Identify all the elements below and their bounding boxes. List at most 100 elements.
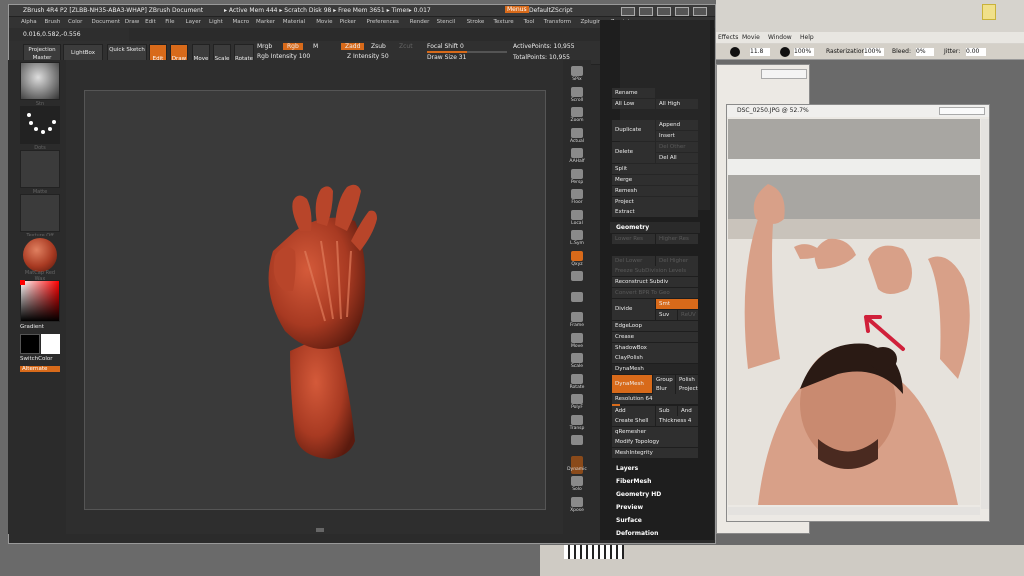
preview-section[interactable]: Preview: [610, 502, 643, 513]
shelf-button-zoom[interactable]: Zoom: [565, 107, 589, 127]
project-toggle[interactable]: Project: [676, 384, 698, 394]
menu-tool[interactable]: Tool: [524, 19, 535, 25]
append-button[interactable]: Append: [656, 120, 698, 130]
divide-button[interactable]: Divide: [612, 299, 655, 320]
menu-file[interactable]: File: [165, 19, 174, 25]
shelf-button-frame[interactable]: Frame: [565, 312, 589, 332]
menu-movie[interactable]: Movie: [316, 19, 332, 25]
menu-stroke[interactable]: Stroke: [467, 19, 485, 25]
merge-button[interactable]: Merge: [612, 175, 698, 185]
alternate-button[interactable]: Alternate: [20, 366, 60, 372]
remesh-button[interactable]: Remesh: [612, 186, 698, 196]
opacity-field[interactable]: 100%: [794, 48, 814, 56]
geometry-hd-section[interactable]: Geometry HD: [610, 489, 661, 500]
menu-edit[interactable]: Edit: [145, 19, 156, 25]
shelf-button-qxyz[interactable]: Qxyz: [565, 250, 589, 271]
rgb-intensity-slider[interactable]: Rgb Intensity 100: [257, 53, 310, 60]
meshintegrity-button[interactable]: MeshIntegrity: [612, 448, 698, 458]
and-button[interactable]: And: [678, 406, 698, 416]
shelf-button-floor[interactable]: Floor: [565, 189, 589, 209]
menu-texture[interactable]: Texture: [494, 19, 514, 25]
deformation-section[interactable]: Deformation: [610, 528, 658, 539]
add-button[interactable]: Add: [612, 406, 655, 416]
dynamesh-subsection[interactable]: DynaMesh: [612, 364, 698, 374]
menu-picker[interactable]: Picker: [340, 19, 356, 25]
shelf-button-lsym[interactable]: L.Sym: [565, 230, 589, 250]
bleed-field[interactable]: 0%: [916, 48, 934, 56]
material-thumbnail[interactable]: [20, 236, 60, 274]
duplicate-button[interactable]: Duplicate: [612, 120, 655, 141]
menu-zplugin[interactable]: Zplugin: [581, 19, 602, 25]
jitter-field[interactable]: 0.00: [966, 48, 986, 56]
shelf-button-scroll[interactable]: Scroll: [565, 86, 589, 107]
shelf-button-blank10[interactable]: [565, 271, 589, 291]
del-higher-button[interactable]: Del Higher: [656, 256, 698, 266]
mrgb-button[interactable]: Mrgb: [257, 43, 272, 50]
brush-tip-icon[interactable]: [730, 47, 740, 57]
layers-section[interactable]: Layers: [610, 463, 638, 474]
shelf-button-solo[interactable]: Solo: [565, 476, 589, 496]
gradient-label[interactable]: Gradient: [20, 324, 44, 330]
lower-res-button[interactable]: Lower Res: [612, 234, 655, 244]
default-script[interactable]: DefaultZScript: [529, 7, 572, 14]
alpha-thumbnail[interactable]: [20, 150, 60, 188]
reconstruct-subdiv-button[interactable]: Reconstruct Subdiv: [612, 277, 698, 287]
create-shell-button[interactable]: Create Shell: [612, 416, 655, 426]
shelf-button-persp[interactable]: Persp: [565, 168, 589, 189]
menu-brush[interactable]: Brush: [45, 19, 61, 25]
delete-button[interactable]: Delete: [612, 142, 655, 163]
geometry-section[interactable]: Geometry: [610, 222, 700, 233]
smt-toggle[interactable]: Smt: [656, 299, 698, 309]
rgb-button[interactable]: Rgb: [283, 43, 303, 50]
dynamesh-button[interactable]: DynaMesh: [612, 375, 652, 393]
menu-effects[interactable]: Effects: [718, 34, 738, 41]
doc-vertical-scrollbar[interactable]: [981, 119, 989, 509]
sub-button[interactable]: Sub: [656, 406, 677, 416]
shelf-button-polyf[interactable]: PolyF: [565, 394, 589, 414]
modify-topology-button[interactable]: Modify Topology: [612, 437, 698, 447]
hardness-icon[interactable]: [780, 47, 790, 57]
folder-icon[interactable]: [982, 4, 996, 20]
hand-sculpt[interactable]: [85, 91, 547, 511]
shelf-button-xpose[interactable]: Xpose: [565, 496, 589, 517]
main-color-swatch[interactable]: [20, 334, 40, 354]
menu-layer[interactable]: Layer: [186, 19, 201, 25]
doc-horizontal-scrollbar[interactable]: [728, 507, 980, 515]
shelf-button-local[interactable]: Local: [565, 209, 589, 230]
menu-draw[interactable]: Draw: [125, 19, 139, 25]
doc-window-buttons[interactable]: [939, 107, 985, 115]
all-high-button[interactable]: All High: [656, 99, 698, 109]
menu-light[interactable]: Light: [209, 19, 223, 25]
menu-window[interactable]: Window: [768, 34, 792, 41]
zsub-button[interactable]: Zsub: [371, 43, 386, 50]
menu-transform[interactable]: Transform: [544, 19, 571, 25]
focal-shift-slider[interactable]: Focal Shift 0: [427, 43, 464, 50]
menu-macro[interactable]: Macro: [233, 19, 250, 25]
blur-slider[interactable]: Blur: [653, 384, 675, 394]
menu-material[interactable]: Material: [283, 19, 305, 25]
menu-marker[interactable]: Marker: [256, 19, 275, 25]
resolution-slider[interactable]: Resolution 64: [612, 394, 698, 404]
split-button[interactable]: Split: [612, 164, 698, 174]
del-all-button[interactable]: Del All: [656, 153, 698, 163]
project-button[interactable]: Project: [612, 197, 698, 207]
menu-help[interactable]: Help: [800, 34, 814, 41]
del-lower-button[interactable]: Del Lower: [612, 256, 655, 266]
color-picker[interactable]: [20, 280, 60, 322]
shelf-button-dynamic[interactable]: Dynamic: [565, 455, 589, 476]
shelf-button-rotate[interactable]: Rotate: [565, 373, 589, 394]
m-button[interactable]: M: [313, 43, 318, 50]
fibermesh-section[interactable]: FiberMesh: [610, 476, 651, 487]
rasterization-field[interactable]: 100%: [864, 48, 884, 56]
shelf-button-move[interactable]: Move: [565, 332, 589, 353]
menu-color[interactable]: Color: [68, 19, 82, 25]
all-low-button[interactable]: All Low: [612, 99, 655, 109]
shelf-button-spix[interactable]: SPix: [565, 66, 589, 86]
switch-color-button[interactable]: SwitchColor: [20, 356, 53, 362]
lock-icon[interactable]: [657, 7, 671, 16]
shelf-button-scale[interactable]: Scale: [565, 353, 589, 373]
shelf-button-blank18[interactable]: [565, 435, 589, 455]
claypolish-button[interactable]: ClayPolish: [612, 353, 698, 363]
z-intensity-slider[interactable]: Z Intensity 50: [347, 53, 389, 60]
reuv-toggle[interactable]: ReUV: [678, 310, 698, 320]
